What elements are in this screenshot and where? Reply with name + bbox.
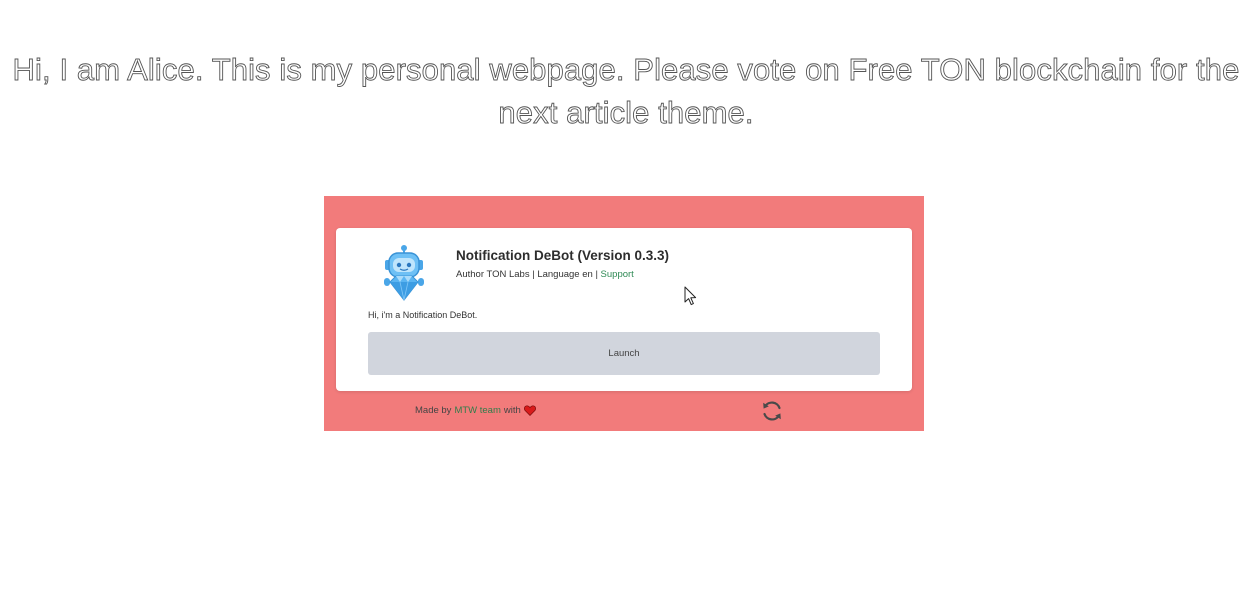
debot-widget: Notification DeBot (Version 0.3.3) Autho… xyxy=(324,196,924,431)
debot-meta-text: Author TON Labs | Language en | xyxy=(456,269,601,280)
launch-button[interactable]: Launch xyxy=(368,332,880,375)
support-link[interactable]: Support xyxy=(601,269,634,280)
debot-title: Notification DeBot (Version 0.3.3) xyxy=(456,248,670,263)
mtw-team-link[interactable]: MTW team xyxy=(454,405,500,416)
debot-greeting: Hi, i'm a Notification DeBot. xyxy=(368,310,478,320)
debot-meta: Author TON Labs | Language en | Support xyxy=(456,269,634,280)
footer-credit: Made by MTW team with xyxy=(415,405,536,416)
page: Hi, I am Alice. This is my personal webp… xyxy=(0,0,1252,592)
headline-line-1: Hi, I am Alice. This is my personal webp… xyxy=(12,52,1240,88)
headline-line-2: next article theme. xyxy=(498,95,754,131)
heart-icon xyxy=(523,405,536,416)
page-headline: Hi, I am Alice. This is my personal webp… xyxy=(0,48,1252,134)
debot-card: Notification DeBot (Version 0.3.3) Autho… xyxy=(336,228,912,391)
refresh-icon[interactable] xyxy=(760,399,784,423)
robot-diamond-icon xyxy=(384,245,424,301)
with-label: with xyxy=(503,405,521,416)
made-by-label: Made by xyxy=(415,405,452,416)
